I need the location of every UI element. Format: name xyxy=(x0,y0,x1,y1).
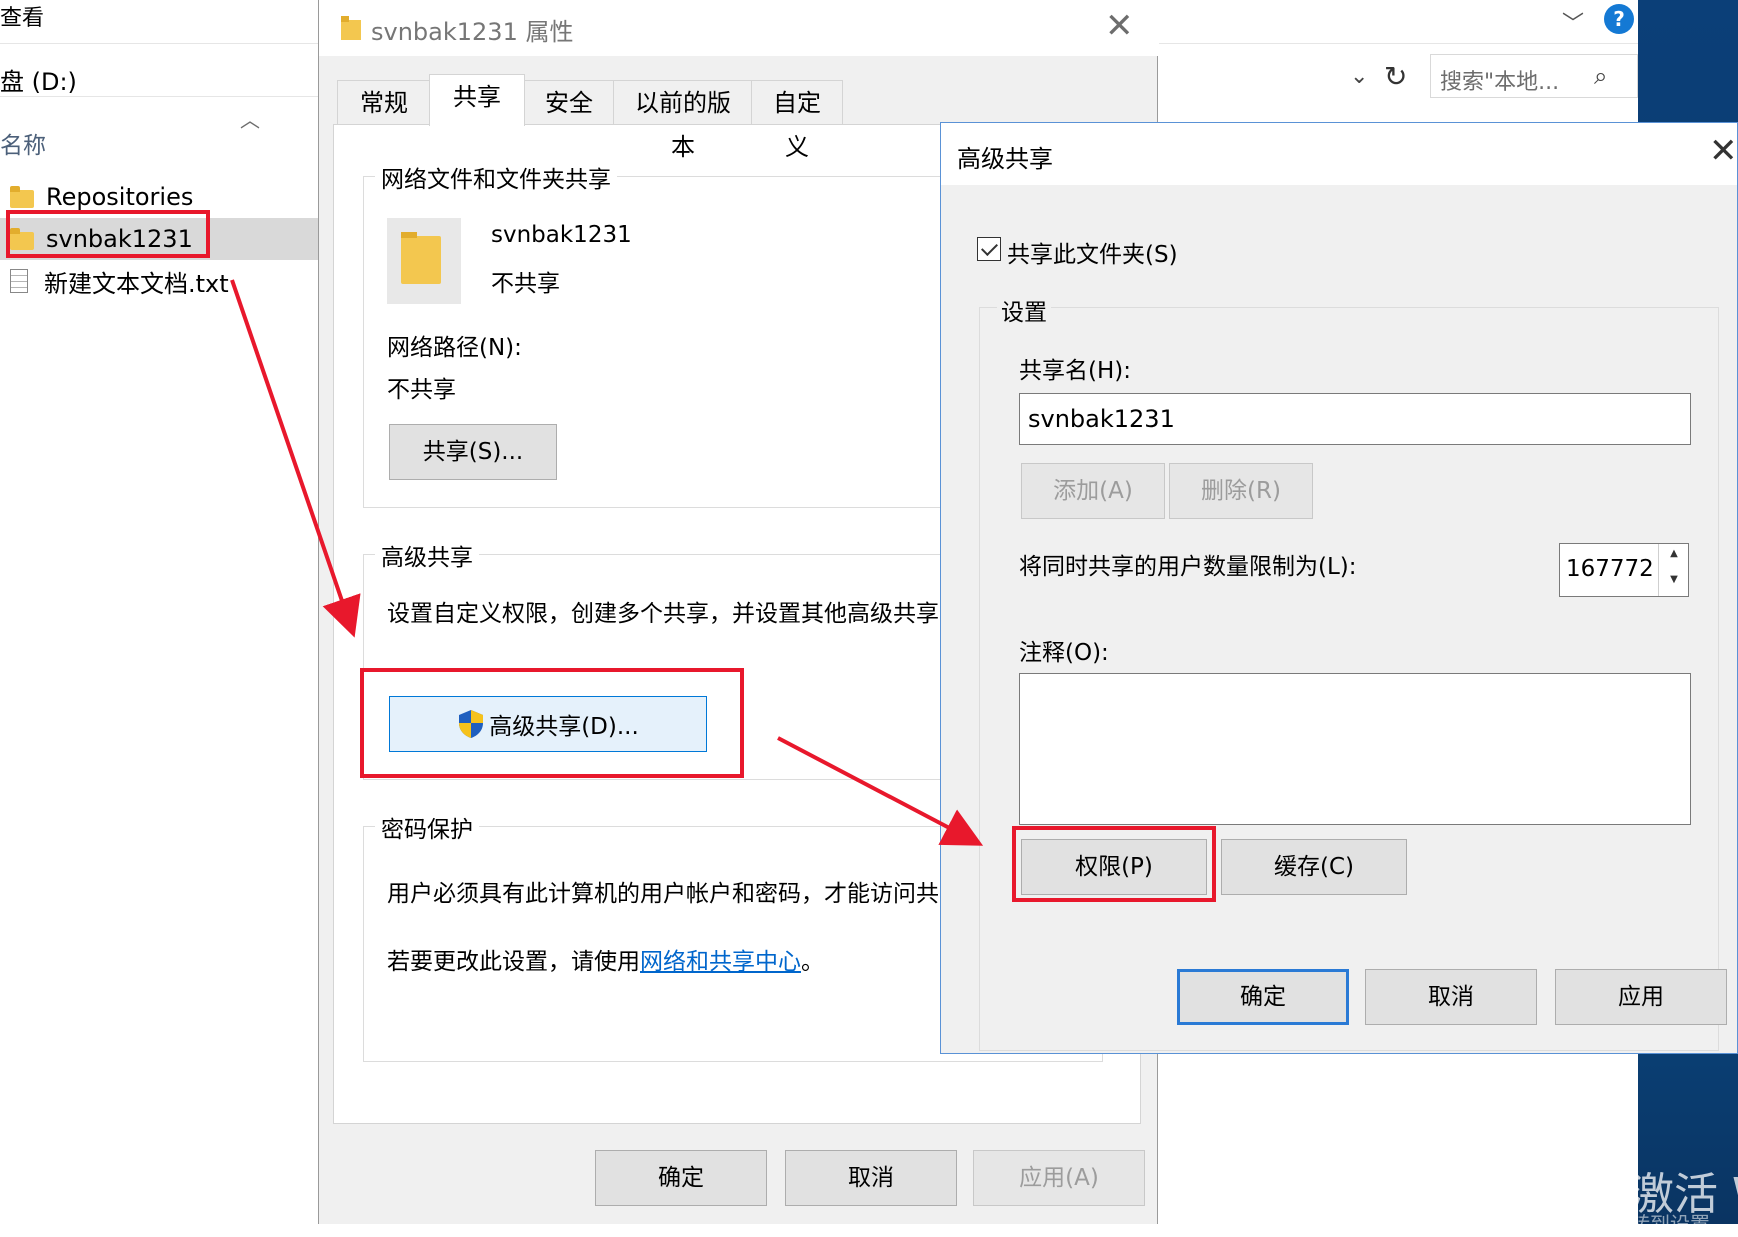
highlight-selected-folder xyxy=(6,210,210,258)
password-description: 用户必须具有此计算机的用户帐户和密码，才能访问共享文件夹。 xyxy=(387,881,947,907)
activation-watermark-sub: 转到设置 xyxy=(1630,1212,1710,1236)
text-file-icon xyxy=(10,269,28,293)
tab-customize[interactable]: 自定义 xyxy=(751,80,843,161)
folder-icon xyxy=(10,186,34,208)
close-icon[interactable]: ✕ xyxy=(1105,6,1134,46)
help-button[interactable]: ? xyxy=(1604,4,1634,34)
menu-divider xyxy=(0,43,318,44)
sort-up-icon[interactable]: ︿ xyxy=(240,104,260,133)
search-placeholder: 搜索"本地... xyxy=(1440,70,1560,95)
apply-button[interactable]: 应用(A) xyxy=(973,1150,1145,1206)
advanced-sharing-dialog: 高级共享 ✕ 共享此文件夹(S) 设置 共享名(H): svnbak1231 添… xyxy=(940,122,1738,1054)
group-title: 高级共享 xyxy=(375,538,479,572)
user-limit-spinner[interactable]: 167772 ▲ ▼ xyxy=(1559,543,1689,597)
folder-name: svnbak1231 xyxy=(491,222,632,248)
address-bar[interactable]: 盘 (D:) xyxy=(0,62,77,97)
group-title: 网络文件和文件夹共享 xyxy=(375,160,617,194)
spin-up-icon[interactable]: ▲ xyxy=(1659,544,1689,570)
change-suffix: 。 xyxy=(801,949,824,975)
dialog-title: svnbak1231 属性 xyxy=(371,18,574,46)
cancel-button[interactable]: 取消 xyxy=(1365,969,1537,1025)
address-dropdown-icon[interactable]: ⌄ xyxy=(1350,64,1368,89)
share-name-input[interactable]: svnbak1231 xyxy=(1019,393,1691,445)
network-path-value: 不共享 xyxy=(387,377,456,403)
highlight-permissions-button xyxy=(1012,826,1216,902)
user-limit-label: 将同时共享的用户数量限制为(L): xyxy=(1019,554,1357,580)
spinner-buttons[interactable]: ▲ ▼ xyxy=(1658,544,1689,596)
change-setting-text: 若要更改此设置，请使用网络和共享中心。 xyxy=(387,942,824,976)
caching-button[interactable]: 缓存(C) xyxy=(1221,839,1407,895)
folder-icon xyxy=(341,16,361,40)
change-prefix: 若要更改此设置，请使用 xyxy=(387,949,640,975)
remove-button[interactable]: 删除(R) xyxy=(1169,463,1313,519)
chevron-down-icon[interactable]: ﹀ xyxy=(1562,6,1584,38)
file-name: Repositories xyxy=(46,183,194,211)
add-button[interactable]: 添加(A) xyxy=(1021,463,1165,519)
spin-down-icon[interactable]: ▼ xyxy=(1659,570,1689,596)
refresh-icon[interactable]: ↻ xyxy=(1384,60,1407,93)
user-limit-value: 167772 xyxy=(1566,556,1654,582)
share-status: 不共享 xyxy=(491,271,560,297)
advanced-description: 设置自定义权限，创建多个共享，并设置其他高级共享选项。 xyxy=(387,601,947,627)
comment-label: 注释(O): xyxy=(1019,640,1109,666)
folder-icon xyxy=(387,218,461,304)
column-header-name[interactable]: 名称 xyxy=(0,126,46,160)
search-icon[interactable]: ⌕ xyxy=(1594,62,1607,90)
explorer-file-pane: 查看 盘 (D:) ︿ 名称 Repositories svnbak1231 新… xyxy=(0,0,318,1224)
share-name-label: 共享名(H): xyxy=(1019,358,1131,384)
settings-group-title: 设置 xyxy=(997,293,1051,327)
ok-button[interactable]: 确定 xyxy=(595,1150,767,1206)
comment-textarea[interactable] xyxy=(1019,673,1691,825)
toolbar-divider xyxy=(1158,43,1638,44)
close-icon[interactable]: ✕ xyxy=(1709,131,1738,171)
dialog-title: 高级共享 xyxy=(957,145,1053,173)
share-folder-checkbox[interactable] xyxy=(977,237,1001,261)
list-item[interactable]: 新建文本文档.txt xyxy=(0,260,318,302)
cancel-button[interactable]: 取消 xyxy=(785,1150,957,1206)
address-divider xyxy=(0,96,318,97)
title-bar: 高级共享 ✕ xyxy=(941,123,1738,185)
tab-security[interactable]: 安全 xyxy=(523,80,615,124)
network-path-label: 网络路径(N): xyxy=(387,335,522,361)
group-title: 密码保护 xyxy=(375,810,479,844)
view-menu[interactable]: 查看 xyxy=(0,0,44,32)
tab-previous-versions[interactable]: 以前的版本 xyxy=(613,80,753,161)
share-folder-label: 共享此文件夹(S) xyxy=(1007,242,1178,268)
explorer-background xyxy=(1158,1050,1638,1224)
ok-button[interactable]: 确定 xyxy=(1177,969,1349,1025)
tab-general[interactable]: 常规 xyxy=(337,80,431,124)
file-name: 新建文本文档.txt xyxy=(44,269,229,298)
apply-button[interactable]: 应用 xyxy=(1555,969,1727,1025)
network-sharing-center-link[interactable]: 网络和共享中心 xyxy=(640,949,801,975)
share-button[interactable]: 共享(S)... xyxy=(389,424,557,480)
highlight-advanced-button xyxy=(360,668,744,778)
title-bar: svnbak1231 属性 ✕ xyxy=(319,0,1159,56)
tab-sharing[interactable]: 共享 xyxy=(429,74,525,126)
